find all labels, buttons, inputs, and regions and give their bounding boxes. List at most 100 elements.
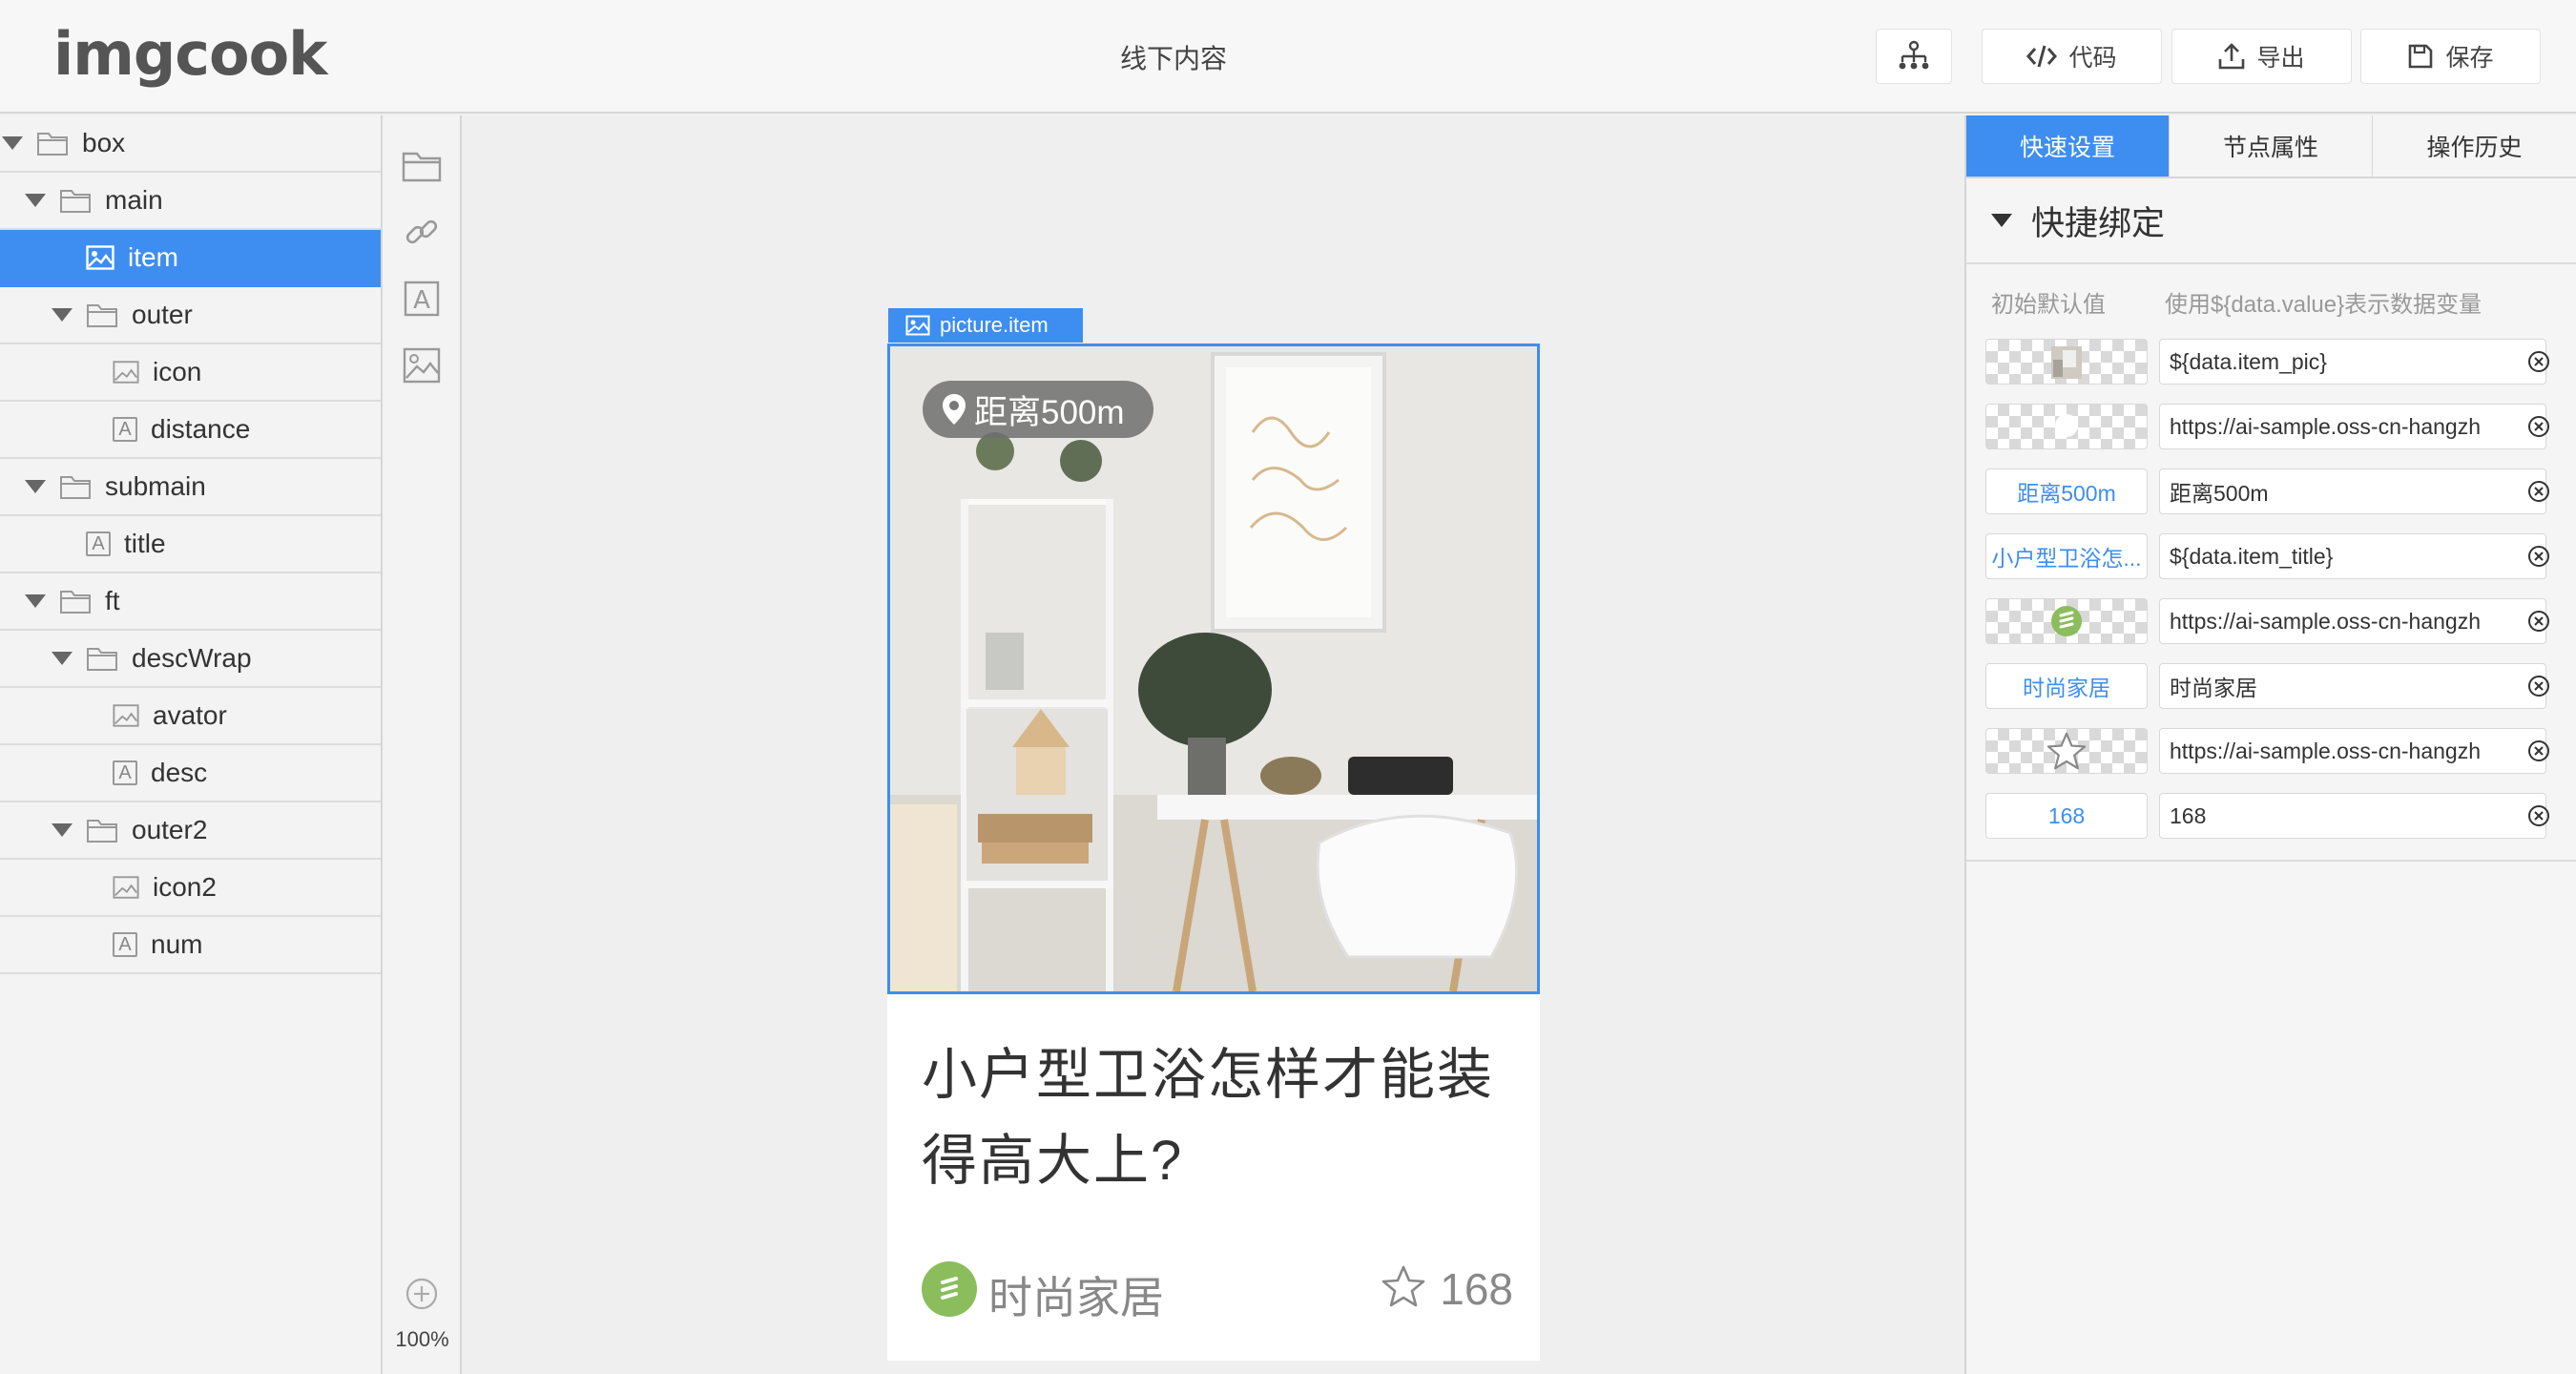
expand-arrow-icon[interactable] [2, 136, 23, 150]
binding-input[interactable]: ${data.item_title} [2159, 533, 2546, 579]
clear-icon[interactable] [2527, 739, 2550, 762]
add-folder-tool[interactable] [402, 146, 442, 186]
binding-input[interactable]: 168 [2159, 793, 2546, 839]
tree-node-icon2[interactable]: icon2 [0, 860, 381, 917]
export-button[interactable]: 导出 [2171, 29, 2352, 84]
binding-row: 时尚家居 时尚家居 [1985, 663, 2564, 709]
add-image-tool[interactable] [402, 345, 442, 385]
folder-icon [87, 304, 117, 327]
default-image-preview[interactable] [1985, 339, 2148, 385]
tree-node-label: num [151, 929, 203, 959]
binding-input[interactable]: https://ai-sample.oss-cn-hangzh [2159, 728, 2546, 774]
default-text-value[interactable]: 距离500m [1985, 468, 2148, 514]
clear-icon[interactable] [2527, 804, 2550, 827]
distance-text: 距离500m [974, 393, 1125, 431]
default-image-preview[interactable] [1985, 404, 2148, 449]
panel-divider [1966, 860, 2576, 862]
tab-quick-settings[interactable]: 快速设置 [1966, 115, 2170, 177]
star-icon[interactable] [1381, 1265, 1425, 1307]
binding-input[interactable]: ${data.item_pic} [2159, 339, 2546, 385]
tree-node-label: outer [132, 300, 193, 329]
zoom-in-button[interactable] [402, 1274, 442, 1314]
expand-arrow-icon[interactable] [52, 823, 73, 837]
binding-row: 小户型卫浴怎... ${data.item_title} [1985, 533, 2564, 579]
thumbnail-icon [2051, 346, 2082, 379]
layer-tree: box main item outer icon A distance subm… [0, 115, 383, 1374]
clear-icon[interactable] [2527, 675, 2550, 697]
clear-icon[interactable] [2527, 350, 2550, 373]
link-icon [405, 219, 438, 244]
export-button-label: 导出 [2256, 45, 2305, 72]
tree-node-label: ft [105, 586, 120, 615]
binding-row: https://ai-sample.oss-cn-hangzh [1985, 728, 2564, 774]
tree-node-box[interactable]: box [0, 115, 381, 173]
avatar-thumbnail-icon [2051, 606, 2082, 636]
tree-node-desc[interactable]: A desc [0, 745, 381, 802]
expand-arrow-icon[interactable] [52, 308, 73, 322]
default-text-value[interactable]: 时尚家居 [1985, 663, 2148, 709]
tree-node-outer2[interactable]: outer2 [0, 802, 381, 860]
upload-icon [2219, 43, 2245, 70]
num-text: 168 [1440, 1264, 1513, 1314]
default-text-value[interactable]: 168 [1985, 793, 2148, 839]
tab-history[interactable]: 操作历史 [2373, 115, 2576, 177]
tree-node-outer[interactable]: outer [0, 287, 381, 344]
binding-input[interactable]: 时尚家居 [2159, 663, 2546, 709]
location-pin-icon [943, 394, 966, 425]
content-card[interactable]: 距离500m 小户型卫浴怎样才能装得高大上? 时尚家居 168 [887, 344, 1540, 1361]
tree-node-title[interactable]: A title [0, 516, 381, 573]
code-button[interactable]: 代码 [1982, 29, 2162, 84]
add-text-tool[interactable]: A [402, 279, 442, 319]
default-text-value[interactable]: 小户型卫浴怎... [1985, 533, 2148, 579]
tree-node-distance[interactable]: A distance [0, 402, 381, 459]
clear-icon[interactable] [2527, 610, 2550, 633]
image-icon [403, 347, 441, 384]
floppy-disk-icon [2409, 44, 2433, 69]
expand-arrow-icon[interactable] [52, 652, 73, 665]
code-icon [2026, 45, 2058, 68]
tree-node-label: title [124, 529, 166, 558]
binding-row: https://ai-sample.oss-cn-hangzh [1985, 404, 2564, 449]
clear-icon[interactable] [2527, 480, 2550, 503]
default-image-preview[interactable] [1985, 598, 2148, 644]
tree-node-submain[interactable]: submain [0, 459, 381, 516]
item-image[interactable]: 距离500m [887, 344, 1540, 994]
clear-icon[interactable] [2527, 545, 2550, 568]
tree-node-icon[interactable]: icon [0, 344, 381, 402]
binding-input[interactable]: 距离500m [2159, 468, 2546, 514]
image-icon [113, 361, 139, 384]
folder-icon [402, 152, 442, 182]
collapse-arrow-icon[interactable] [1991, 214, 2012, 227]
expand-arrow-icon[interactable] [25, 194, 46, 207]
save-button[interactable]: 保存 [2360, 29, 2541, 84]
clear-icon[interactable] [2527, 415, 2550, 438]
col-hint-label: 使用${data.value}表示数据变量 [2165, 292, 2483, 318]
tree-node-num[interactable]: A num [0, 917, 381, 974]
default-image-preview[interactable] [1985, 728, 2148, 774]
tree-node-label: main [105, 185, 163, 215]
expand-arrow-icon[interactable] [25, 594, 46, 608]
tree-node-ft[interactable]: ft [0, 573, 381, 631]
tree-node-label: icon [153, 357, 202, 386]
quick-binding-header[interactable]: 快捷绑定 [1966, 178, 2576, 264]
sitemap-icon [1899, 40, 1929, 70]
tree-node-label: outer2 [132, 815, 208, 844]
tree-node-item[interactable]: item [0, 230, 381, 287]
expand-arrow-icon[interactable] [25, 480, 46, 493]
tree-node-label: avator [153, 700, 227, 730]
tree-structure-button[interactable] [1876, 29, 1952, 84]
text-layer-icon: A [86, 531, 111, 556]
tree-node-avator[interactable]: avator [0, 688, 381, 745]
folder-icon [87, 648, 117, 671]
binding-input[interactable]: https://ai-sample.oss-cn-hangzh [2159, 598, 2546, 644]
svg-text:A: A [413, 286, 430, 315]
tree-node-label: icon2 [153, 872, 217, 902]
folder-icon [87, 820, 117, 843]
binding-input[interactable]: https://ai-sample.oss-cn-hangzh [2159, 404, 2546, 449]
plus-circle-icon [405, 1278, 438, 1310]
tab-node-properties[interactable]: 节点属性 [2170, 115, 2373, 177]
binding-row: https://ai-sample.oss-cn-hangzh [1985, 598, 2564, 644]
tree-node-descwrap[interactable]: descWrap [0, 631, 381, 688]
link-tool[interactable] [402, 212, 442, 252]
tree-node-main[interactable]: main [0, 173, 381, 230]
